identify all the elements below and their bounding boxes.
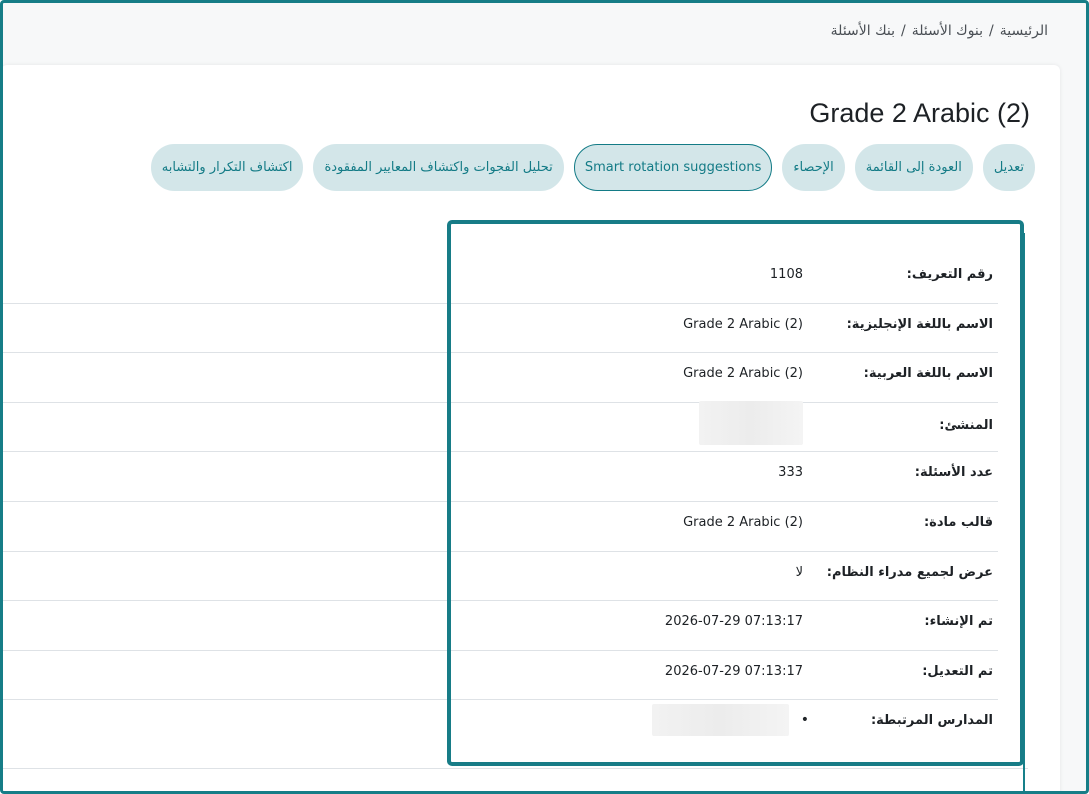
breadcrumb-separator: / — [989, 23, 994, 39]
gap-analysis-button[interactable]: تحليل الفجوات واكتشاف المعايير المفقودة — [313, 144, 564, 191]
smart-rotation-button[interactable]: Smart rotation suggestions — [573, 144, 773, 191]
back-to-list-button[interactable]: العودة إلى القائمة — [854, 144, 973, 191]
duplicate-detection-button[interactable]: اكتشاف التكرار والتشابه — [150, 144, 304, 191]
breadcrumb-current: بنك الأسئلة — [830, 23, 896, 39]
window-frame: الرئيسية / بنوك الأسئلة / بنك الأسئلة Gr… — [0, 0, 1089, 794]
action-bar: تعديل العودة إلى القائمة الإحصاء Smart r… — [150, 144, 1035, 191]
breadcrumb: الرئيسية / بنوك الأسئلة / بنك الأسئلة — [831, 23, 1048, 39]
statistics-button[interactable]: الإحصاء — [782, 144, 845, 191]
edit-button[interactable]: تعديل — [982, 144, 1035, 191]
breadcrumb-home[interactable]: الرئيسية — [1000, 23, 1048, 39]
row-divider — [3, 768, 1028, 769]
breadcrumb-separator: / — [901, 23, 906, 39]
highlight-box — [447, 220, 1024, 766]
breadcrumb-banks[interactable]: بنوك الأسئلة — [912, 23, 983, 39]
page-title: Grade 2 Arabic (2) — [809, 98, 1030, 128]
